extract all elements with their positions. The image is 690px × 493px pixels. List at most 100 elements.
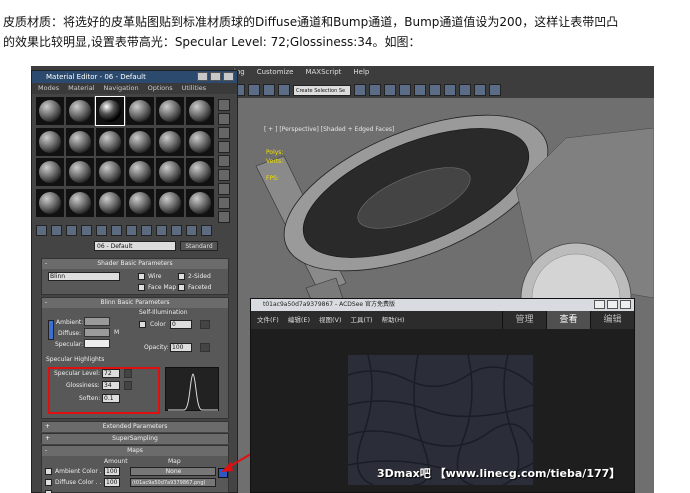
video-check-icon[interactable] (218, 155, 230, 167)
render-frame-icon[interactable] (474, 84, 486, 96)
bump-map-button[interactable] (218, 468, 228, 478)
menu-navigation[interactable]: Navigation (104, 83, 139, 94)
spinner-snap-icon[interactable] (263, 84, 275, 96)
ribbon-icon[interactable] (399, 84, 411, 96)
tab-view[interactable]: 查看 (546, 311, 590, 329)
sample-slot[interactable] (96, 158, 124, 186)
face-map-checkbox[interactable] (138, 284, 145, 291)
acdsee-maximize-button[interactable] (607, 300, 618, 309)
schematic-icon[interactable] (429, 84, 441, 96)
mirror-icon[interactable] (354, 84, 366, 96)
close-button[interactable] (223, 72, 234, 81)
material-name-field[interactable]: 06 - Default (94, 241, 176, 251)
uv-tiling-icon[interactable] (218, 141, 230, 153)
sample-slot[interactable] (36, 97, 64, 125)
sample-slot[interactable] (156, 188, 184, 217)
menu-help[interactable]: Help (353, 68, 369, 80)
self-illum-value[interactable]: 0 (170, 320, 192, 329)
shader-dropdown[interactable]: Blinn (48, 272, 120, 281)
blinn-basic-header[interactable]: - Blinn Basic Parameters (42, 298, 228, 308)
menu-customize[interactable]: Customize (257, 68, 294, 80)
shader-basic-header[interactable]: - Shader Basic Parameters (42, 259, 228, 269)
reset-map-icon[interactable] (81, 225, 92, 236)
specular-swatch[interactable] (84, 339, 110, 348)
sample-slot[interactable] (96, 188, 124, 217)
assign-material-icon[interactable] (66, 225, 77, 236)
show-map-icon[interactable] (156, 225, 167, 236)
put-to-scene-icon[interactable] (51, 225, 62, 236)
material-type-button[interactable]: Standard (180, 241, 218, 251)
ambient-map-checkbox[interactable] (45, 468, 52, 475)
acdsee-menu-edit[interactable]: 编辑(E) (288, 311, 310, 329)
self-illum-color-checkbox[interactable] (139, 321, 146, 328)
sample-slot[interactable] (126, 97, 154, 125)
render-setup-icon[interactable] (459, 84, 471, 96)
sample-slot[interactable] (186, 127, 214, 156)
diffuse-map-amount[interactable]: 100 (104, 478, 120, 487)
sample-slot[interactable] (156, 127, 184, 156)
sample-slot-active[interactable] (95, 96, 125, 126)
self-illum-map-button[interactable] (200, 320, 210, 329)
sample-slot[interactable] (66, 127, 94, 156)
sample-slot[interactable] (66, 188, 94, 217)
background-icon[interactable] (218, 127, 230, 139)
ambient-map-amount[interactable]: 100 (104, 467, 120, 476)
sample-slot[interactable] (126, 188, 154, 217)
sample-slot[interactable] (186, 158, 214, 186)
menu-modes[interactable]: Modes (38, 83, 59, 94)
menu-utilities[interactable]: Utilities (182, 83, 206, 94)
options-icon[interactable] (218, 183, 230, 195)
sample-slot[interactable] (156, 97, 184, 125)
sample-slot[interactable] (66, 158, 94, 186)
make-preview-icon[interactable] (218, 169, 230, 181)
sample-slot[interactable] (186, 188, 214, 217)
diffuse-map-slot[interactable]: (t01ac9a50d7a9379867.png) (130, 478, 216, 487)
get-material-icon[interactable] (36, 225, 47, 236)
minimize-button[interactable] (197, 72, 208, 81)
tab-edit[interactable]: 编辑 (590, 311, 634, 329)
diffuse-map-flag[interactable]: M (114, 329, 119, 336)
ambient-swatch[interactable] (84, 317, 110, 326)
go-forward-icon[interactable] (201, 225, 212, 236)
go-to-parent-icon[interactable] (186, 225, 197, 236)
selection-set-dropdown[interactable]: Create Selection Se (293, 84, 351, 96)
sample-slot[interactable] (156, 158, 184, 186)
navigator-icon[interactable] (218, 211, 230, 223)
sample-slot[interactable] (36, 188, 64, 217)
diffuse-map-checkbox[interactable] (45, 479, 52, 486)
wire-checkbox[interactable] (138, 273, 145, 280)
opacity-value[interactable]: 100 (170, 343, 192, 352)
put-to-library-icon[interactable] (126, 225, 137, 236)
sample-slot[interactable] (96, 127, 124, 156)
align-icon[interactable] (369, 84, 381, 96)
layer-icon[interactable] (384, 84, 396, 96)
curve-editor-icon[interactable] (414, 84, 426, 96)
two-sided-checkbox[interactable] (178, 273, 185, 280)
sample-slot[interactable] (66, 97, 94, 125)
supersampling-header[interactable]: + SuperSampling (42, 434, 228, 444)
material-editor-icon[interactable] (444, 84, 456, 96)
copy-material-icon[interactable] (96, 225, 107, 236)
show-end-result-icon[interactable] (171, 225, 182, 236)
sample-type-icon[interactable] (218, 99, 230, 111)
acdsee-close-button[interactable] (620, 300, 631, 309)
extended-header[interactable]: + Extended Parameters (42, 422, 228, 432)
edit-named-sel-icon[interactable] (278, 84, 290, 96)
diffuse-swatch[interactable] (84, 328, 110, 337)
lock-icon[interactable] (48, 320, 54, 340)
menu-material[interactable]: Material (68, 83, 94, 94)
sample-slot[interactable] (126, 158, 154, 186)
sample-slot[interactable] (126, 127, 154, 156)
acdsee-menu-help[interactable]: 帮助(H) (382, 311, 405, 329)
select-by-material-icon[interactable] (218, 197, 230, 209)
menu-options[interactable]: Options (148, 83, 173, 94)
acdsee-menu-tools[interactable]: 工具(T) (351, 311, 373, 329)
viewport-label[interactable]: [ + ] [Perspective] [Shaded + Edged Face… (264, 126, 394, 133)
material-id-icon[interactable] (141, 225, 152, 236)
render-icon[interactable] (489, 84, 501, 96)
acdsee-menu-file[interactable]: 文件(F) (257, 311, 279, 329)
sample-slot[interactable] (36, 127, 64, 156)
acdsee-minimize-button[interactable] (594, 300, 605, 309)
opacity-map-button[interactable] (200, 343, 210, 352)
backlight-icon[interactable] (218, 113, 230, 125)
